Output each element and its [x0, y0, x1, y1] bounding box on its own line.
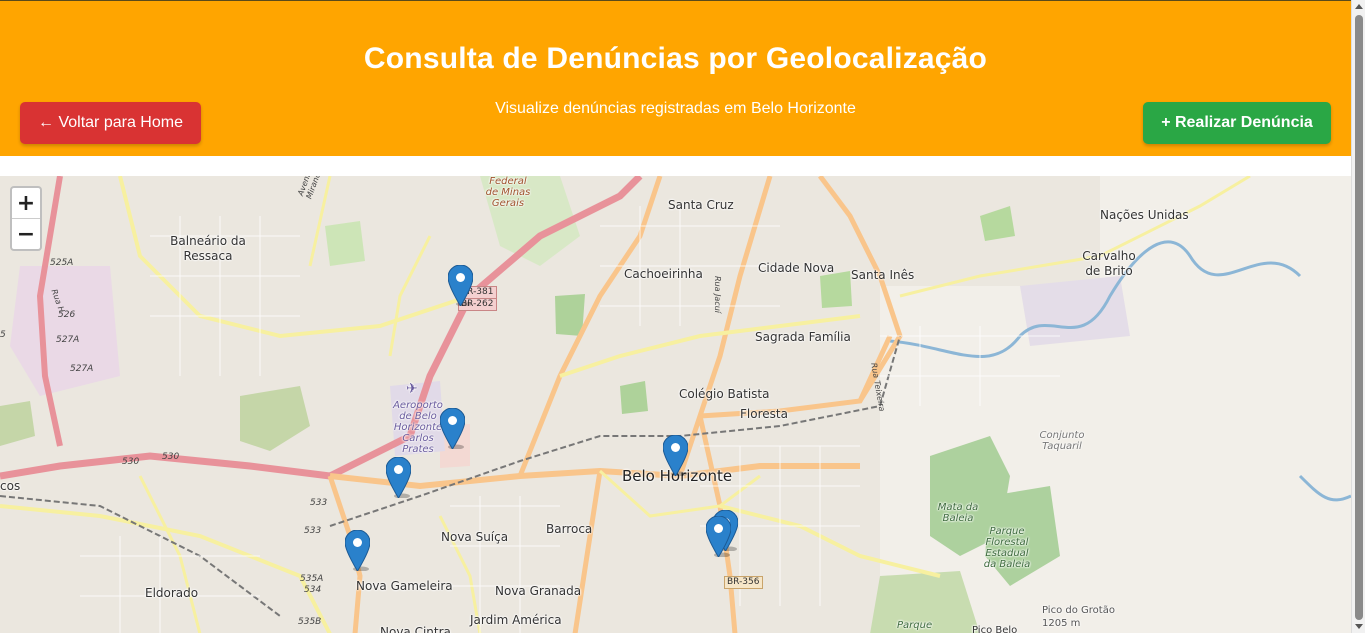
road-number-527a-2: 527A: [70, 364, 94, 374]
map-label-cachoeirinha: Cachoeirinha: [624, 267, 703, 281]
zoom-in-button[interactable]: +: [12, 188, 40, 219]
map-label-peak-elevation: 1205 m: [1042, 618, 1081, 629]
road-number-527a: 527A: [56, 335, 80, 345]
complaint-marker[interactable]: [386, 457, 411, 498]
airplane-icon: ✈: [406, 381, 418, 397]
map-label-nova-gameleira: Nova Gameleira: [356, 579, 453, 593]
map-label-ufmg: Federal de Minas Gerais: [485, 176, 531, 209]
map-label-cos: cos: [0, 479, 21, 493]
map-label-colegio-batista: Colégio Batista: [679, 387, 770, 401]
map-label-eldorado: Eldorado: [145, 586, 199, 600]
road-number-530: 530: [122, 457, 140, 467]
map-label-sagrada-familia: Sagrada Família: [755, 330, 851, 344]
map-label-jardim-america: Jardim América: [470, 613, 562, 627]
road-number-535a: 535A: [300, 574, 324, 584]
complaint-marker[interactable]: [448, 265, 473, 306]
road-number-533: 533: [310, 498, 328, 508]
scroll-thumb[interactable]: [1355, 15, 1363, 620]
map-label-carvalho-de-brito: Carvalho de Brito: [1082, 249, 1136, 278]
map-label-nova-suica: Nova Suíça: [441, 530, 509, 544]
road-number-525a: 525A: [50, 258, 74, 268]
map[interactable]: Santa Cruz Nações Unidas Balneário da Re…: [0, 176, 1351, 633]
map-label-parque: Parque: [897, 620, 933, 631]
map-label-cidade-nova: Cidade Nova: [758, 261, 835, 275]
back-home-button[interactable]: ← Voltar para Home: [20, 102, 201, 144]
zoom-out-button[interactable]: −: [12, 219, 40, 249]
map-label-parque-baleia: Parque Florestal Estadual da Baleia: [983, 526, 1031, 570]
map-label-santa-cruz: Santa Cruz: [668, 198, 734, 212]
page-header: Consulta de Denúncias por Geolocalização…: [0, 1, 1351, 156]
road-shield-br356: BR-356: [724, 576, 763, 589]
road-number-530-2: 530: [162, 452, 180, 462]
scrollbar[interactable]: [1351, 0, 1365, 633]
page: Consulta de Denúncias por Geolocalização…: [0, 0, 1351, 633]
map-label-nova-granada: Nova Granada: [495, 584, 582, 598]
road-number-534: 534: [304, 585, 322, 595]
complaint-marker[interactable]: [663, 435, 688, 476]
map-label-nova-cintra: Nova Cintra: [380, 625, 451, 633]
map-label-conjunto-taquaril: Conjunto Taquaril: [1039, 430, 1085, 452]
road-number-5: 5: [0, 330, 6, 340]
road-number-535b: 535B: [298, 617, 322, 627]
complaint-marker[interactable]: [440, 408, 465, 449]
road-number-526: 526: [58, 310, 76, 320]
map-label-balneario-da-ressaca: Balneário da Ressaca: [170, 234, 246, 263]
map-label-floresta: Floresta: [740, 407, 788, 421]
map-label-airport: Aeroporto de Belo Horizonte Carlos Prate…: [393, 400, 443, 455]
map-label-barroca: Barroca: [546, 522, 593, 536]
road-label-rua-jacui: Rua Jacuí: [713, 276, 722, 314]
map-label-pico-do-grotao: Pico do Grotão: [1042, 605, 1115, 616]
scroll-down-icon[interactable]: [1355, 624, 1363, 629]
scroll-up-icon[interactable]: [1355, 4, 1363, 9]
complaint-marker[interactable]: [345, 530, 370, 571]
map-label-mata-da-baleia: Mata da Baleia: [937, 502, 979, 524]
zoom-control: + −: [10, 186, 42, 251]
page-title: Consulta de Denúncias por Geolocalização: [363, 42, 988, 75]
road-number-533-2: 533: [304, 526, 322, 536]
complaint-marker[interactable]: [706, 516, 731, 557]
map-label-santa-ines: Santa Inês: [851, 268, 915, 282]
map-label-pico-belo: Pico Belo: [972, 625, 1018, 633]
report-complaint-button[interactable]: + Realizar Denúncia: [1143, 102, 1331, 144]
map-label-nacoes-unidas: Nações Unidas: [1100, 208, 1189, 222]
